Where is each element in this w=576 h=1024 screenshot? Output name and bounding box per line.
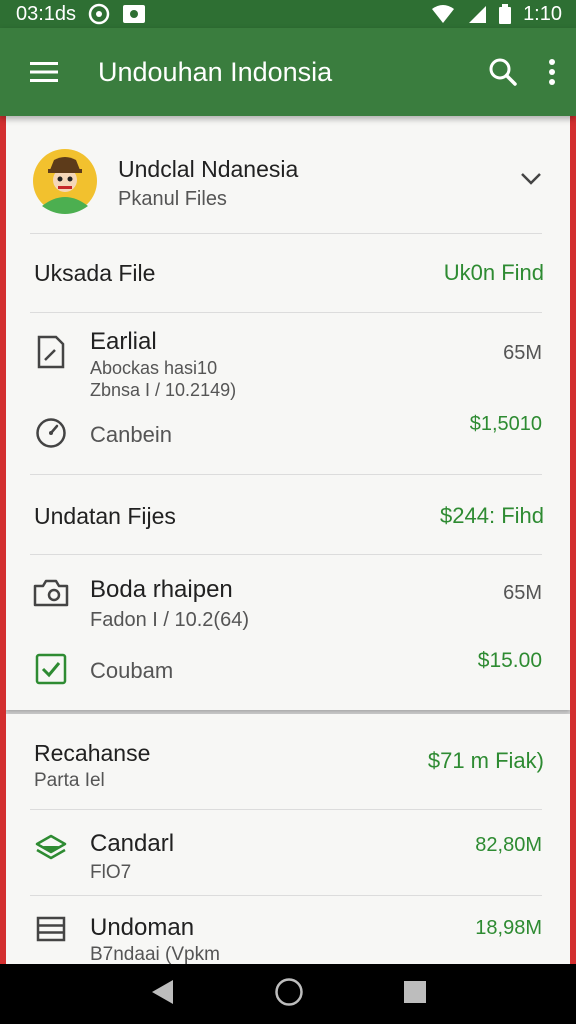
file-name[interactable]: Undoman: [90, 914, 194, 942]
status-bar: 03:1ds 1:10: [0, 0, 576, 28]
item-sub-amount: $1,5010: [469, 413, 542, 435]
file-meta-line1: Fadon I / 10.2(64): [90, 609, 249, 631]
signal-icon: [467, 4, 487, 24]
section-action-2[interactable]: $244: Fihd: [440, 503, 544, 529]
file-size: 82,80M: [475, 834, 542, 856]
file-name[interactable]: Candarl: [90, 830, 174, 858]
image-notification-icon: [122, 4, 146, 24]
section-subtitle-3: Parta Iel: [34, 770, 105, 791]
avatar[interactable]: [32, 148, 98, 214]
left-accent-strip: [0, 116, 6, 964]
recent-card: Recahanse Parta Iel $71 m Fiak) Candarl …: [6, 714, 570, 964]
account-name: Undclal Ndanesia: [118, 156, 299, 182]
files-card: Undclal Ndanesia Pkanul Files Uksada Fil…: [6, 116, 570, 710]
speed-gauge-icon: [34, 416, 68, 450]
status-time-right: 1:10: [523, 2, 562, 25]
file-size: 65M: [503, 342, 542, 364]
file-size: 18,98M: [475, 917, 542, 939]
home-icon[interactable]: [274, 977, 304, 1012]
section-title-2: Undatan Fijes: [34, 503, 176, 529]
battery-icon: [499, 4, 512, 24]
right-accent-strip: [570, 116, 576, 964]
divider: [30, 554, 542, 555]
app-title: Undouhan Indonsia: [98, 56, 333, 87]
item-sub-label: Coubam: [90, 658, 174, 683]
recents-icon[interactable]: [403, 980, 427, 1009]
status-time-left: 03:1ds: [16, 2, 77, 25]
list-icon: [34, 914, 68, 944]
item-sub-label: Canbein: [90, 422, 172, 447]
divider: [30, 895, 542, 896]
search-icon[interactable]: [488, 57, 518, 87]
divider: [30, 312, 542, 313]
navigation-bar: [0, 964, 576, 1024]
menu-icon[interactable]: [30, 61, 58, 83]
section-action-1[interactable]: Uk0n Find: [444, 260, 544, 286]
divider: [30, 233, 542, 234]
layers-icon: [34, 832, 68, 866]
account-subtitle: Pkanul Files: [118, 188, 227, 210]
app-bar: Undouhan Indonsia: [0, 28, 576, 116]
file-meta-line1: FlO7: [90, 862, 132, 883]
section-title-1: Uksada File: [34, 260, 156, 286]
file-meta-line1: B7ndaai (Vpkm: [90, 944, 220, 964]
notification-circle-icon: [88, 3, 110, 25]
document-edit-icon: [34, 334, 68, 370]
section-title-3: Recahanse: [34, 740, 151, 766]
more-options-icon[interactable]: [548, 59, 556, 85]
item-sub-amount: $15.00: [477, 649, 542, 672]
file-size: 65M: [503, 582, 542, 604]
file-name[interactable]: Boda rhaipen: [90, 576, 233, 604]
back-icon[interactable]: [149, 978, 175, 1011]
divider: [30, 809, 542, 810]
checkbox-checked-icon[interactable]: [34, 652, 68, 686]
section-action-3[interactable]: $71 m Fiak): [428, 748, 544, 774]
divider: [30, 474, 542, 475]
file-name[interactable]: Earlial: [90, 328, 157, 356]
file-meta-line2: Zbnsa I / 10.2149): [90, 380, 237, 400]
camera-icon: [32, 576, 70, 610]
chevron-down-icon[interactable]: [518, 168, 544, 190]
file-meta-line1: Abockas hasi10: [90, 358, 218, 378]
wifi-icon: [431, 4, 455, 24]
